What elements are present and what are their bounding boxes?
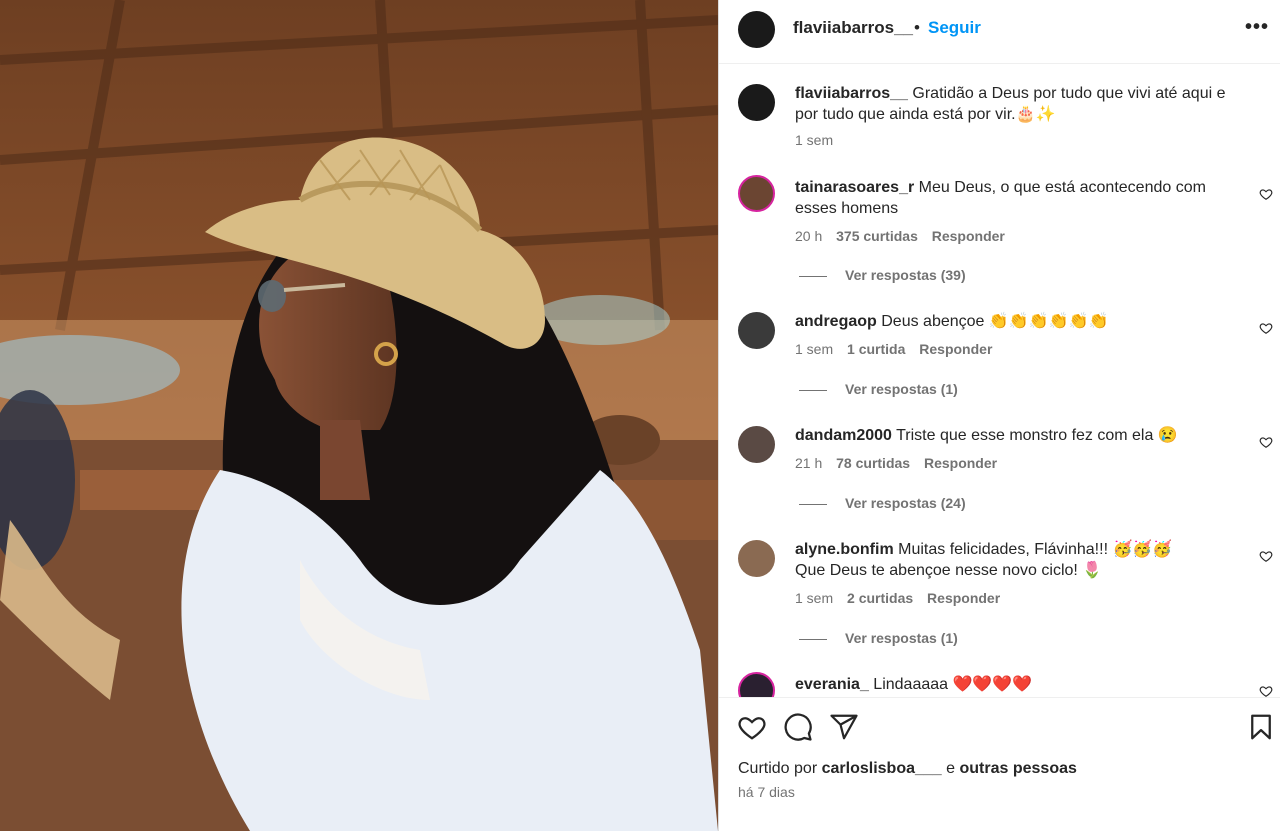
comment-meta: 21 h 78 curtidas Responder (795, 455, 1007, 471)
replies-line (799, 638, 827, 640)
view-replies-label: Ver respostas (1) (845, 630, 958, 646)
comment-like-heart-icon[interactable] (1259, 684, 1273, 697)
liked-by-prefix: Curtido por (738, 760, 818, 777)
comment-time: 1 sem (795, 341, 834, 357)
post-panel: flaviiabarros__ • Seguir ••• flaviiabarr… (718, 0, 1280, 831)
comment-icon[interactable] (783, 712, 813, 742)
replies-line (799, 503, 827, 505)
comment-text: tainarasoares_r Meu Deus, o que está aco… (795, 177, 1245, 219)
comment-username[interactable]: everania_ (795, 676, 869, 693)
comment-like-heart-icon[interactable] (1259, 321, 1273, 335)
comment-username[interactable]: tainarasoares_r (795, 179, 914, 196)
comment-like-heart-icon[interactable] (1259, 187, 1273, 201)
comment-time: 20 h (795, 228, 823, 244)
view-replies-button[interactable]: Ver respostas (24) (799, 495, 966, 511)
author-username[interactable]: flaviiabarros__ (793, 18, 913, 38)
follow-button[interactable]: Seguir (928, 18, 981, 38)
commenter-avatar[interactable] (738, 426, 775, 463)
comment-likes[interactable]: 375 curtidas (836, 228, 918, 244)
author-avatar[interactable] (738, 84, 775, 121)
photo-illustration (0, 0, 718, 831)
caption-text: flaviiabarros__ Gratidão a Deus por tudo… (795, 83, 1245, 125)
post-time[interactable]: há 7 dias (738, 784, 795, 800)
comment-body: Triste que esse monstro fez com ela 😢 (896, 427, 1178, 444)
commenter-avatar[interactable] (738, 672, 775, 697)
comment-likes[interactable]: 2 curtidas (847, 590, 913, 606)
commenter-avatar[interactable] (738, 175, 775, 212)
liked-by-user[interactable]: carloslisboa___ (822, 760, 942, 777)
caption-time: 1 sem (795, 132, 834, 148)
commenter-avatar[interactable] (738, 312, 775, 349)
comment-body: Lindaaaaa ❤️❤️❤️❤️ (873, 676, 1033, 693)
view-replies-label: Ver respostas (39) (845, 267, 966, 283)
post-actions: Curtido por carloslisboa___ e outras pes… (719, 697, 1280, 831)
replies-line (799, 389, 827, 391)
comment-username[interactable]: andregaop (795, 313, 877, 330)
liked-by-others[interactable]: outras pessoas (960, 760, 1077, 777)
reply-button[interactable]: Responder (932, 228, 1005, 244)
liked-by: Curtido por carloslisboa___ e outras pes… (738, 760, 1077, 778)
caption-username[interactable]: flaviiabarros__ (795, 85, 908, 102)
header-separator: • (914, 18, 920, 37)
heart-icon[interactable] (737, 712, 767, 742)
comment-time: 21 h (795, 455, 823, 471)
send-icon[interactable] (829, 712, 859, 742)
comment-meta: 1 sem 1 curtida Responder (795, 341, 1002, 357)
reply-button[interactable]: Responder (927, 590, 1000, 606)
comment-meta: 1 sem 2 curtidas Responder (795, 590, 1010, 606)
view-replies-button[interactable]: Ver respostas (1) (799, 381, 958, 397)
comment-like-heart-icon[interactable] (1259, 549, 1273, 563)
comment-meta: 20 h 375 curtidas Responder (795, 228, 1015, 244)
commenter-avatar[interactable] (738, 540, 775, 577)
bookmark-icon[interactable] (1246, 712, 1276, 742)
caption-meta: 1 sem (795, 132, 843, 148)
view-replies-label: Ver respostas (24) (845, 495, 966, 511)
comment-text: andregaop Deus abençoe 👏👏👏👏👏👏 (795, 311, 1245, 332)
comment-time: 1 sem (795, 590, 834, 606)
comment-text: everania_ Lindaaaaa ❤️❤️❤️❤️ (795, 674, 1245, 695)
comment-body: Deus abençoe 👏👏👏👏👏👏 (881, 313, 1109, 330)
comment-username[interactable]: dandam2000 (795, 427, 892, 444)
replies-line (799, 275, 827, 277)
view-replies-label: Ver respostas (1) (845, 381, 958, 397)
post-header: flaviiabarros__ • Seguir ••• (719, 0, 1280, 64)
comments-list[interactable]: flaviiabarros__ Gratidão a Deus por tudo… (719, 64, 1280, 697)
view-replies-button[interactable]: Ver respostas (1) (799, 630, 958, 646)
reply-button[interactable]: Responder (924, 455, 997, 471)
comment-username[interactable]: alyne.bonfim (795, 541, 894, 558)
comment-likes[interactable]: 1 curtida (847, 341, 905, 357)
more-options-icon[interactable]: ••• (1245, 16, 1269, 39)
view-replies-button[interactable]: Ver respostas (39) (799, 267, 966, 283)
author-avatar[interactable] (738, 11, 775, 48)
comment-likes[interactable]: 78 curtidas (836, 455, 910, 471)
liked-by-join: e (946, 760, 956, 777)
comment-like-heart-icon[interactable] (1259, 435, 1273, 449)
post-photo[interactable] (0, 0, 718, 831)
reply-button[interactable]: Responder (919, 341, 992, 357)
comment-text: dandam2000 Triste que esse monstro fez c… (795, 425, 1245, 446)
comment-text: alyne.bonfim Muitas felicidades, Flávinh… (795, 539, 1195, 581)
